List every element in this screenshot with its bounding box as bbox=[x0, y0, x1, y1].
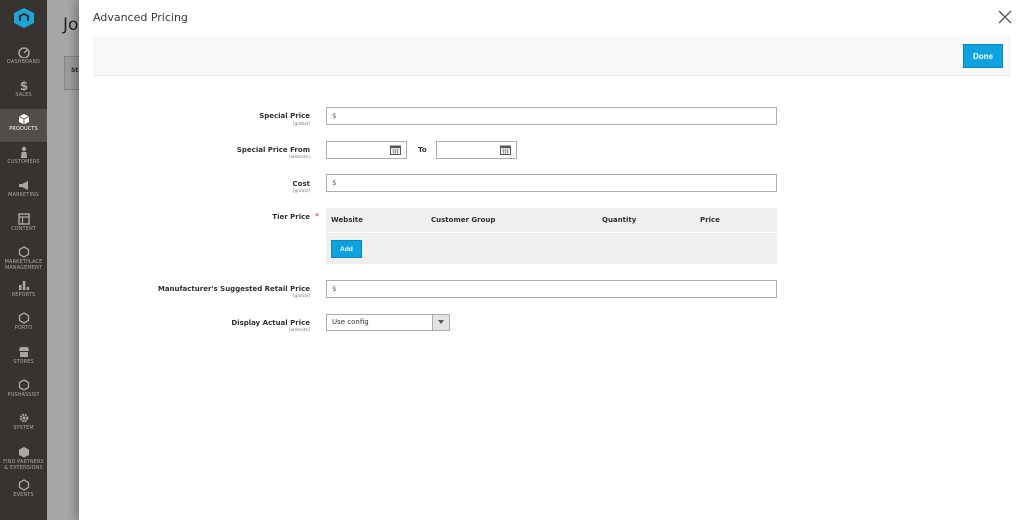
cost-input[interactable]: $ bbox=[326, 174, 777, 192]
msrp-input[interactable]: $ bbox=[326, 280, 777, 298]
display-actual-price-select[interactable]: Use config bbox=[326, 314, 450, 331]
dropdown-arrow[interactable] bbox=[432, 315, 449, 330]
hexagon-icon bbox=[18, 246, 29, 258]
calendar-icon[interactable] bbox=[390, 145, 401, 155]
tier-price-label: Tier Price bbox=[272, 213, 310, 221]
sidebar-item-label: REPORTS bbox=[11, 292, 36, 299]
tier-price-table: Website Customer Group Quantity Price Ad… bbox=[326, 208, 777, 264]
sidebar-item-label: SYSTEM bbox=[13, 425, 34, 432]
msrp-scope: [global] bbox=[292, 294, 310, 299]
box-icon bbox=[18, 446, 29, 458]
hexagon-icon bbox=[18, 312, 29, 325]
sidebar-item-sales[interactable]: $ SALES bbox=[0, 75, 47, 108]
magento-logo-icon[interactable] bbox=[12, 7, 36, 29]
to-label: To bbox=[418, 146, 427, 154]
calendar-icon[interactable] bbox=[500, 145, 511, 155]
sidebar-item-dashboard[interactable]: DASHBOARD bbox=[0, 42, 47, 75]
sidebar-item-marketplace-management[interactable]: MARKETPLACE MANAGEMENT bbox=[0, 242, 47, 275]
sidebar-item-label: CUSTOMERS bbox=[7, 158, 40, 165]
sidebar-item-system[interactable]: SYSTEM bbox=[0, 408, 47, 441]
special-price-label: Special Price bbox=[259, 112, 310, 120]
cost-label: Cost bbox=[292, 180, 310, 188]
sidebar-item-porto[interactable]: PORTO bbox=[0, 308, 47, 341]
display-actual-price-label: Display Actual Price bbox=[231, 319, 310, 327]
sidebar-item-events[interactable]: EVENTS bbox=[0, 475, 47, 508]
hexagon-icon bbox=[18, 479, 29, 491]
sidebar-item-marketing[interactable]: MARKETING bbox=[0, 175, 47, 208]
add-tier-price-button[interactable]: Add bbox=[331, 240, 362, 258]
sidebar-item-label: SALES bbox=[15, 92, 32, 99]
select-value: Use config bbox=[332, 318, 369, 326]
sidebar-item-label: STORES bbox=[13, 358, 34, 365]
sidebar-item-reports[interactable]: REPORTS bbox=[0, 275, 47, 308]
sidebar-item-pushassist[interactable]: PUSHASSIST bbox=[0, 375, 47, 408]
special-price-from-label: Special Price From bbox=[236, 146, 310, 154]
sidebar-item-label: PRODUCTS bbox=[9, 125, 38, 132]
sidebar-item-label: EVENTS bbox=[13, 491, 34, 498]
tier-price-header: Website Customer Group Quantity Price bbox=[326, 208, 777, 233]
sidebar-item-label: MARKETPLACE MANAGEMENT bbox=[4, 258, 43, 271]
close-icon[interactable] bbox=[998, 10, 1012, 24]
modal-title: Advanced Pricing bbox=[93, 11, 188, 24]
msrp-label: Manufacturer's Suggested Retail Price bbox=[157, 285, 310, 293]
cube-icon bbox=[18, 113, 29, 125]
sidebar-item-content[interactable]: CONTENT bbox=[0, 209, 47, 242]
column-price: Price bbox=[700, 216, 720, 224]
sidebar-item-find-partners-extensions[interactable]: FIND PARTNERS & EXTENSIONS bbox=[0, 442, 47, 475]
dashboard-icon bbox=[17, 47, 30, 58]
store-icon bbox=[18, 346, 29, 357]
hexagon-icon bbox=[18, 379, 29, 391]
gear-icon bbox=[19, 413, 28, 423]
currency-prefix: $ bbox=[332, 179, 337, 187]
sidebar-item-label: PUSHASSIST bbox=[7, 392, 40, 398]
column-customer-group: Customer Group bbox=[431, 216, 496, 224]
currency-prefix: $ bbox=[332, 285, 337, 293]
layout-icon bbox=[17, 212, 30, 225]
person-icon bbox=[20, 146, 27, 158]
column-quantity: Quantity bbox=[602, 216, 637, 224]
special-price-from-scope: [website] bbox=[289, 155, 310, 160]
megaphone-icon bbox=[18, 181, 28, 191]
sidebar-item-label: FIND PARTNERS & EXTENSIONS bbox=[3, 458, 44, 471]
done-button[interactable]: Done bbox=[963, 44, 1003, 68]
special-price-input[interactable]: $ bbox=[326, 107, 777, 125]
special-price-scope: [global] bbox=[292, 122, 310, 127]
dollar-icon: $ bbox=[19, 79, 27, 91]
sidebar-item-label: DASHBOARD bbox=[7, 59, 40, 65]
sidebar-item-stores[interactable]: STORES bbox=[0, 342, 47, 375]
modal-overlay[interactable] bbox=[47, 0, 79, 520]
cost-scope: [global] bbox=[292, 189, 310, 194]
sidebar-item-label: MARKETING bbox=[8, 192, 39, 199]
bar-chart-icon bbox=[18, 281, 29, 291]
sidebar-item-label: CONTENT bbox=[11, 225, 36, 232]
svg-text:$: $ bbox=[19, 79, 27, 91]
chevron-down-icon bbox=[438, 320, 444, 324]
currency-prefix: $ bbox=[332, 112, 337, 120]
display-actual-price-scope: [website] bbox=[289, 328, 310, 333]
advanced-pricing-modal: Advanced Pricing Done Special Price [glo… bbox=[79, 0, 1024, 520]
column-website: Website bbox=[331, 216, 363, 224]
sidebar-item-products[interactable]: PRODUCTS bbox=[0, 108, 47, 142]
sidebar-item-customers[interactable]: CUSTOMERS bbox=[0, 142, 47, 175]
sidebar-item-label: PORTO bbox=[14, 325, 33, 332]
modal-action-bar: Done bbox=[93, 36, 1011, 76]
required-indicator: * bbox=[315, 212, 319, 221]
